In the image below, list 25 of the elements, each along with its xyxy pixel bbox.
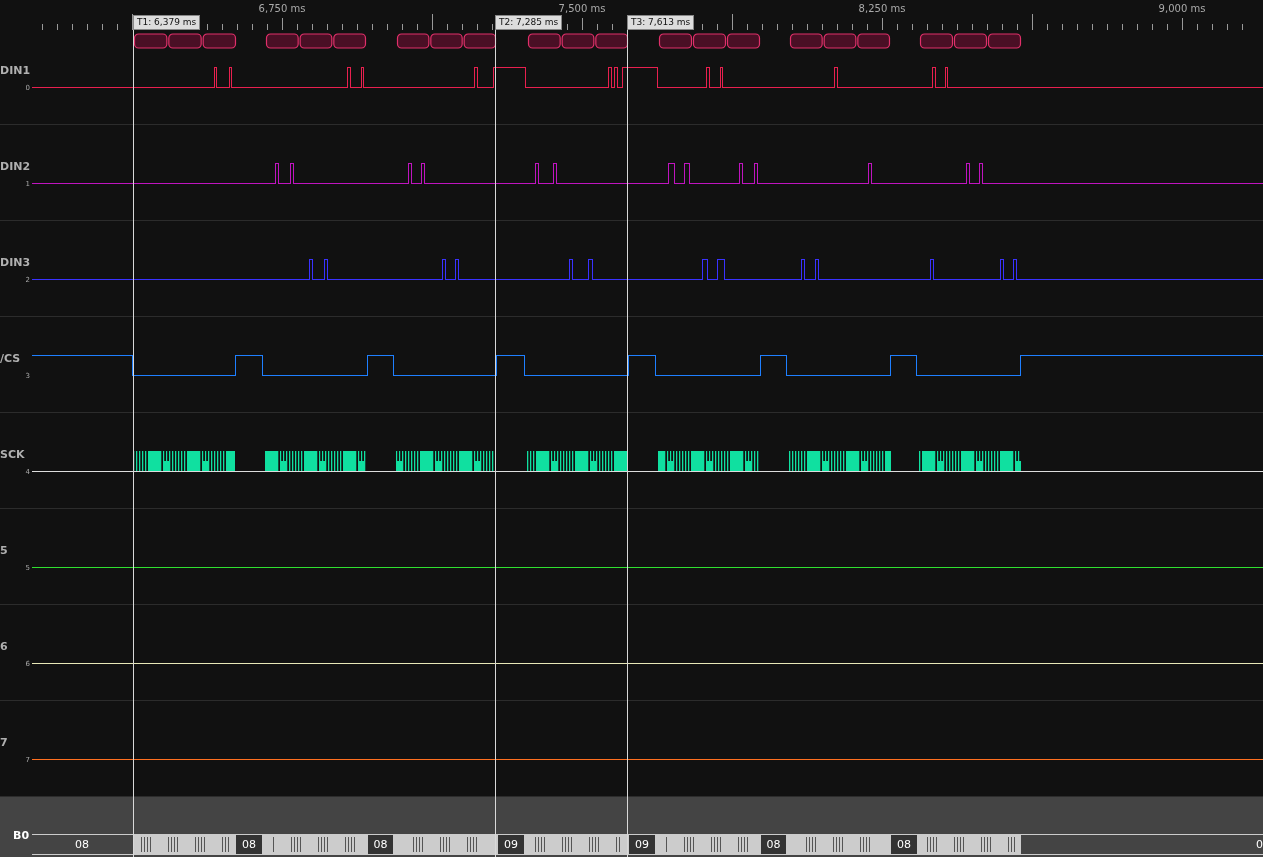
bus-value: 08 [368, 835, 393, 854]
time-label: 8,250 ms [858, 3, 906, 14]
cursor-line[interactable] [627, 30, 628, 857]
bus-value: 08 [236, 835, 262, 854]
cursor-line[interactable] [133, 30, 134, 857]
channel-name: 5 [0, 545, 8, 557]
channel-name: DIN2 [0, 161, 31, 173]
bus-name: B0 [12, 830, 31, 842]
channel-name: 6 [0, 641, 8, 653]
channel-name: /CS [0, 353, 21, 365]
channel-name: 7 [0, 737, 8, 749]
time-label: 7,500 ms [558, 3, 606, 14]
channel-name: DIN3 [0, 257, 31, 269]
bus-value: 08 [761, 835, 786, 854]
bus-value: 09 [629, 835, 655, 854]
time-label: 9,000 ms [1158, 3, 1206, 14]
cursor-label[interactable]: T1: 6,379 ms [133, 15, 201, 30]
cursor-line[interactable] [495, 30, 496, 857]
channel-name: DIN1 [0, 65, 31, 77]
bus-value: 08 [891, 835, 917, 854]
time-label: 6,750 ms [258, 3, 306, 14]
bus-value: 09 [498, 835, 524, 854]
cursor-label[interactable]: T3: 7,613 ms [627, 15, 695, 30]
cursor-label[interactable]: T2: 7,285 ms [495, 15, 563, 30]
channel-name: SCK [0, 449, 25, 461]
